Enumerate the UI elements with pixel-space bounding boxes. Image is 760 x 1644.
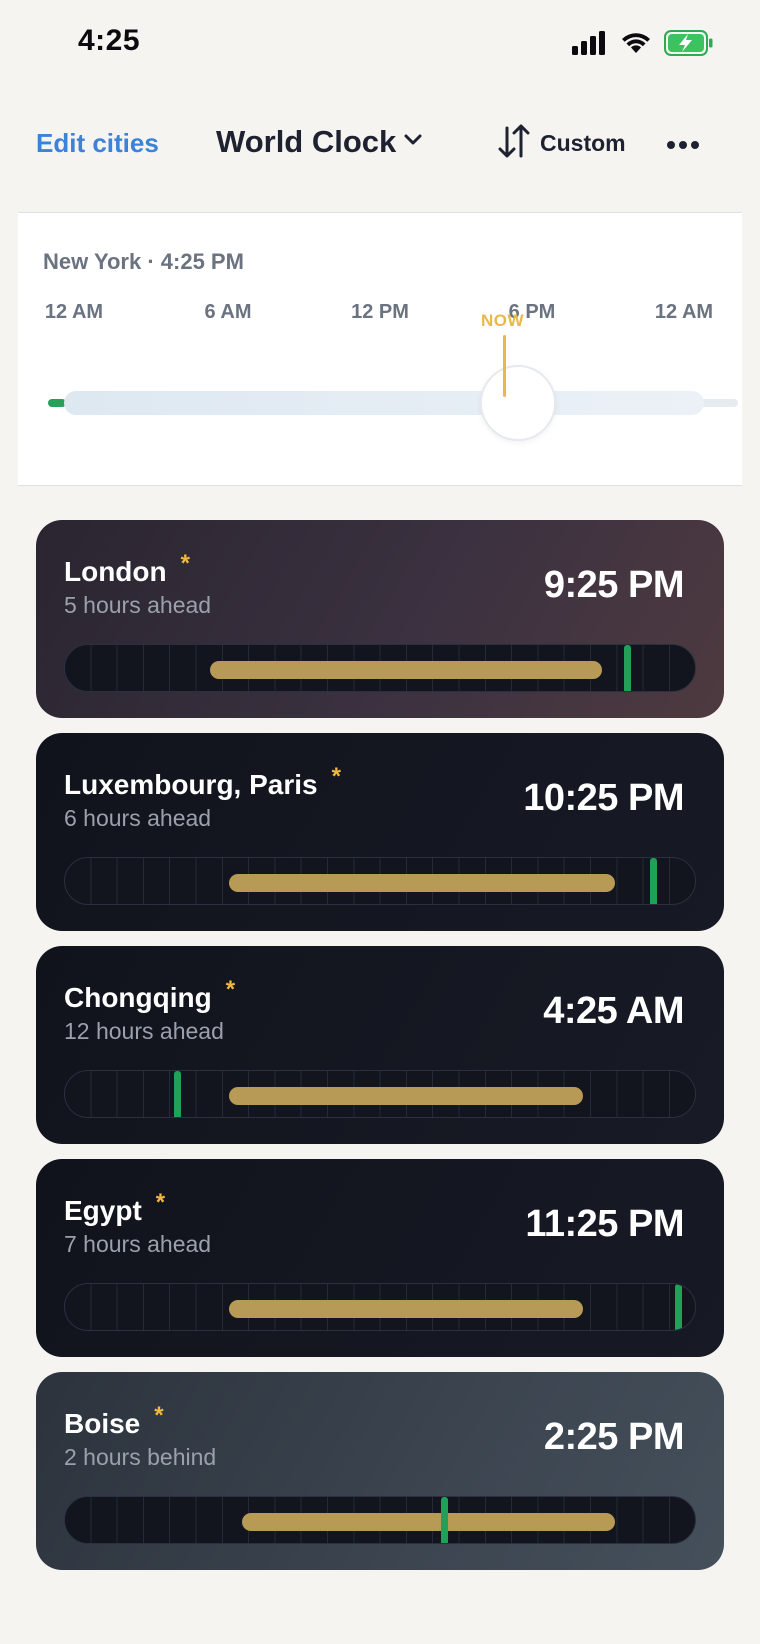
city-current-time-marker xyxy=(649,858,657,904)
city-work-hours-bar xyxy=(241,1513,615,1531)
sort-arrows-icon xyxy=(498,124,530,163)
scrubber-knob[interactable] xyxy=(480,365,556,441)
tick-label: 12 AM xyxy=(44,301,104,323)
city-time: 9:25 PM xyxy=(543,564,685,606)
timeline-ticks: 12 AM 6 AM 12 PM 6 PM 12 AM xyxy=(18,301,742,331)
battery-charging-icon xyxy=(664,30,714,61)
city-current-time-marker xyxy=(623,645,631,691)
city-day-track xyxy=(64,857,696,905)
city-current-time-marker xyxy=(441,1497,449,1543)
reference-timeline-card: New York · 4:25 PM 12 AM 6 AM 12 PM 6 PM… xyxy=(18,212,742,486)
city-offset: 5 hours ahead xyxy=(64,592,212,618)
city-card[interactable]: London * 5 hours ahead 9:25 PM xyxy=(36,520,724,718)
city-day-track xyxy=(64,644,696,692)
now-label: NOW xyxy=(481,311,525,330)
city-time: 2:25 PM xyxy=(543,1416,685,1458)
city-work-hours-bar xyxy=(229,874,615,892)
city-card[interactable]: Boise * 2 hours behind 2:25 PM xyxy=(36,1372,724,1570)
city-name-row: Egypt * xyxy=(64,1189,165,1227)
city-offset: 12 hours ahead xyxy=(64,1018,224,1044)
status-icons xyxy=(572,30,714,61)
more-options-button[interactable] xyxy=(666,130,706,160)
chevron-down-icon xyxy=(404,133,422,151)
city-time: 4:25 AM xyxy=(543,990,684,1032)
city-offset: 7 hours ahead xyxy=(64,1231,212,1257)
city-name-row: Chongqing * xyxy=(64,976,235,1014)
city-name: Chongqing xyxy=(64,982,212,1013)
scrubber-fill xyxy=(64,391,704,415)
city-name-row: Luxembourg, Paris * xyxy=(64,763,341,801)
tick-label: 12 PM xyxy=(351,301,409,323)
asterisk-icon: * xyxy=(331,763,341,790)
city-current-time-marker xyxy=(174,1071,182,1117)
city-card[interactable]: Chongqing * 12 hours ahead 4:25 AM xyxy=(36,946,724,1144)
status-time: 4:25 xyxy=(78,24,141,57)
sort-button[interactable]: Custom xyxy=(498,124,626,163)
city-work-hours-bar xyxy=(210,661,603,679)
world-clock-title-menu[interactable]: World Clock xyxy=(216,124,422,160)
time-scrubber[interactable] xyxy=(48,365,738,441)
city-work-hours-bar xyxy=(229,1087,584,1105)
city-name: London xyxy=(64,556,167,587)
asterisk-icon: * xyxy=(180,550,190,577)
city-offset: 6 hours ahead xyxy=(64,805,212,831)
city-day-track xyxy=(64,1496,696,1544)
asterisk-icon: * xyxy=(225,976,236,1003)
city-name-row: Boise * xyxy=(64,1402,164,1440)
status-bar: 4:25 xyxy=(0,0,760,90)
now-indicator xyxy=(503,335,506,397)
city-card[interactable]: Egypt * 7 hours ahead 11:25 PM xyxy=(36,1159,724,1357)
sort-label: Custom xyxy=(540,130,626,156)
city-offset: 2 hours behind xyxy=(64,1444,217,1470)
reference-city-title: New York · 4:25 PM xyxy=(43,249,244,274)
edit-cities-button[interactable]: Edit cities xyxy=(36,128,159,159)
asterisk-icon: * xyxy=(155,1189,166,1216)
city-time: 10:25 PM xyxy=(523,777,684,819)
city-day-track xyxy=(64,1283,696,1331)
tick-label: 6 AM xyxy=(204,301,252,323)
city-name-row: London * xyxy=(64,550,190,588)
cellular-signal-icon xyxy=(572,31,608,60)
header: Edit cities World Clock Custom xyxy=(0,110,760,180)
tick-label: 12 AM xyxy=(654,301,714,323)
wifi-icon xyxy=(620,31,652,60)
asterisk-icon: * xyxy=(154,1402,164,1429)
page-title: World Clock xyxy=(216,124,397,159)
ellipsis-icon xyxy=(666,141,700,164)
city-day-track xyxy=(64,1070,696,1118)
city-name: Egypt xyxy=(64,1195,142,1226)
city-time: 11:25 PM xyxy=(525,1203,684,1245)
city-work-hours-bar xyxy=(229,1300,584,1318)
city-name: Luxembourg, Paris xyxy=(64,769,318,800)
city-current-time-marker xyxy=(675,1284,683,1330)
city-card[interactable]: Luxembourg, Paris * 6 hours ahead 10:25 … xyxy=(36,733,724,931)
city-name: Boise xyxy=(64,1408,141,1439)
